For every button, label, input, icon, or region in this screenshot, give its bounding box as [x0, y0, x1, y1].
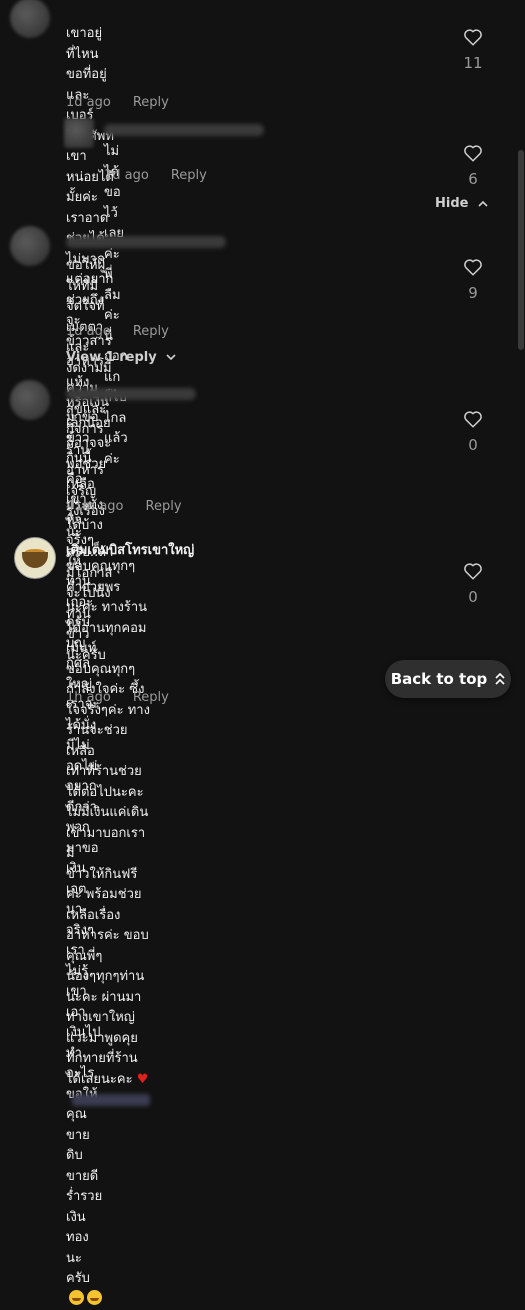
reply-button[interactable]: Reply [171, 168, 207, 183]
reply-button[interactable]: Reply [133, 690, 169, 705]
avatar[interactable] [10, 0, 50, 38]
heart-outline-icon [464, 411, 482, 428]
smiling-face-emoji-icon [69, 1289, 84, 1305]
scrollbar[interactable] [517, 0, 525, 725]
redacted-mention [72, 1093, 150, 1106]
comment-time: 41m ago [66, 499, 124, 514]
heart-outline-icon [464, 259, 482, 276]
reply-button[interactable]: Reply [146, 499, 182, 514]
comment-time: 1d ago [66, 95, 111, 110]
bowl-graphic [22, 552, 48, 568]
back-to-top-button[interactable]: Back to top [385, 660, 511, 698]
reply-button[interactable]: Reply [133, 95, 169, 110]
like-button[interactable]: 0 [461, 562, 485, 606]
like-button[interactable]: 0 [461, 410, 485, 454]
scrollbar-thumb[interactable] [518, 150, 524, 350]
username-redacted [66, 388, 196, 400]
comment-meta: 1d ago Reply [104, 168, 207, 183]
username-redacted [66, 236, 226, 248]
back-to-top-label: Back to top [390, 670, 488, 688]
view-replies-button[interactable]: View 1 reply [66, 350, 176, 365]
comment-time: 1d ago [104, 168, 149, 183]
like-count: 11 [463, 54, 483, 72]
comment-text-body: ขอบคุณทุกๆคำอวยพร นะคะ ทางร้านได้อ่านทุก… [66, 559, 150, 1087]
comment-text: ขอบคุณทุกๆคำอวยพร นะคะ ทางร้านได้อ่านทุก… [66, 557, 150, 1111]
like-count: 0 [468, 588, 478, 606]
reply-button[interactable]: Reply [133, 324, 169, 339]
shop-avatar[interactable] [14, 537, 56, 579]
view-reply-label: View 1 reply [66, 350, 157, 365]
chevron-down-icon [166, 354, 176, 361]
red-heart-emoji-icon: ♥ [136, 1071, 149, 1087]
username-redacted [104, 124, 264, 136]
like-count: 9 [468, 284, 478, 302]
like-button[interactable]: 6 [461, 144, 485, 188]
double-chevron-up-icon [495, 673, 505, 685]
hide-label: Hide [435, 196, 469, 211]
avatar[interactable] [10, 380, 50, 420]
like-button[interactable]: 11 [461, 28, 485, 72]
heart-outline-icon [464, 29, 482, 46]
comment-time: 1h ago [66, 690, 111, 705]
like-count: 6 [468, 170, 478, 188]
hide-replies-button[interactable]: Hide [435, 196, 488, 211]
comment-time: 1d ago [66, 324, 111, 339]
smiling-face-emoji-icon [87, 1289, 102, 1305]
chevron-up-icon [478, 200, 488, 207]
comment-meta: 41m ago Reply [66, 499, 182, 514]
avatar[interactable] [64, 118, 94, 148]
heart-outline-icon [464, 563, 482, 580]
heart-outline-icon [464, 145, 482, 162]
comment-meta: 1d ago Reply [66, 324, 169, 339]
comment-meta: 1d ago Reply [66, 95, 169, 110]
like-count: 0 [468, 436, 478, 454]
comment-meta: 1h ago Reply [66, 690, 169, 705]
avatar[interactable] [10, 226, 50, 266]
like-button[interactable]: 9 [461, 258, 485, 302]
